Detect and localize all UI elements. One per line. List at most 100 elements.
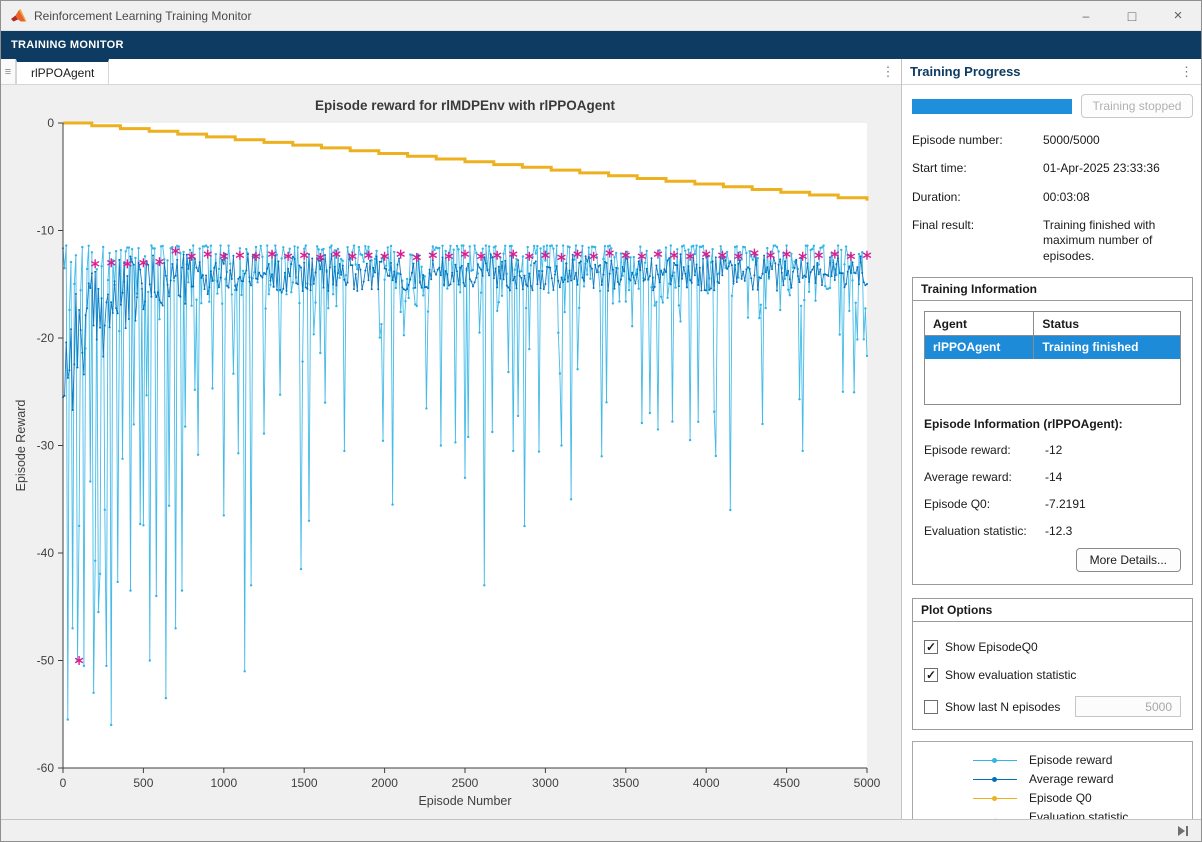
show-last-n-episodes-option[interactable]: ✓ Show last N episodes bbox=[924, 696, 1181, 717]
svg-text:0: 0 bbox=[47, 116, 54, 130]
training-progress-panel: Training Progress ⋮ Training stopped Epi… bbox=[902, 59, 1201, 819]
show-evaluation-statistic-label: Show evaluation statistic bbox=[945, 668, 1076, 682]
show-evaluation-statistic-checkbox[interactable]: ✓ bbox=[924, 668, 938, 682]
final-result-label: Final result: bbox=[912, 218, 1043, 264]
training-information-title: Training Information bbox=[913, 278, 1192, 301]
svg-text:1500: 1500 bbox=[291, 776, 318, 790]
status-column-header: Status bbox=[1034, 312, 1181, 336]
episode-information: Episode reward: -12 Average reward: -14 … bbox=[924, 443, 1181, 538]
show-last-n-episodes-label: Show last N episodes bbox=[945, 700, 1060, 714]
agents-table-header: Agent Status bbox=[925, 312, 1181, 336]
progress-fill bbox=[912, 99, 1072, 114]
duration-value: 00:03:08 bbox=[1043, 190, 1193, 205]
evaluation-statistic-label: Evaluation statistic: bbox=[924, 524, 1045, 538]
svg-text:-50: -50 bbox=[37, 654, 55, 668]
start-time-value: 01-Apr-2025 23:33:36 bbox=[1043, 161, 1193, 176]
start-time-label: Start time: bbox=[912, 161, 1043, 176]
status-bar bbox=[1, 819, 1201, 841]
episode-reward-line-swatch bbox=[973, 760, 1017, 761]
average-reward-line-swatch bbox=[973, 779, 1017, 780]
svg-text:-10: -10 bbox=[37, 224, 55, 238]
legend-episode-q0: Episode Q0 bbox=[913, 789, 1192, 808]
svg-text:Episode Number: Episode Number bbox=[418, 794, 511, 808]
main-content: ≡ rlPPOAgent ⋮ 0 -10 -20 -30 -40 -50 -60 0 500 10… bbox=[1, 59, 1201, 819]
chart-legend: Episode reward Average reward Episode Q0 bbox=[912, 741, 1193, 819]
svg-text:500: 500 bbox=[133, 776, 153, 790]
evaluation-statistic-value: -12.3 bbox=[1045, 524, 1181, 538]
minimize-icon[interactable]: – bbox=[1063, 1, 1109, 30]
skip-to-end-icon[interactable] bbox=[1178, 826, 1188, 836]
svg-text:4000: 4000 bbox=[693, 776, 720, 790]
tab-label: rlPPOAgent bbox=[31, 66, 94, 80]
tab-list-icon[interactable]: ≡ bbox=[1, 59, 16, 84]
show-last-n-episodes-checkbox[interactable]: ✓ bbox=[924, 700, 938, 714]
svg-text:0: 0 bbox=[60, 776, 67, 790]
agent-cell: rlPPOAgent bbox=[925, 336, 1034, 359]
panel-body: Training stopped Episode number: 5000/50… bbox=[902, 85, 1201, 819]
show-episodeq0-checkbox[interactable]: ✓ bbox=[924, 640, 938, 654]
window-controls: – □ × bbox=[1063, 1, 1201, 30]
svg-text:3000: 3000 bbox=[532, 776, 559, 790]
panel-header: Training Progress ⋮ bbox=[902, 59, 1201, 85]
chart-area: 0 -10 -20 -30 -40 -50 -60 0 500 1000 1500 2000 2500 3… bbox=[1, 85, 901, 819]
svg-text:5000: 5000 bbox=[854, 776, 881, 790]
plot-options-title: Plot Options bbox=[913, 599, 1192, 622]
chart-pane: ≡ rlPPOAgent ⋮ 0 -10 -20 -30 -40 -50 -60 0 500 10… bbox=[1, 59, 902, 819]
training-stopped-button[interactable]: Training stopped bbox=[1081, 94, 1193, 118]
plot-options-section: Plot Options ✓ Show EpisodeQ0 ✓ Show eva… bbox=[912, 598, 1193, 730]
title-bar: Reinforcement Learning Training Monitor … bbox=[1, 1, 1201, 31]
svg-text:-30: -30 bbox=[37, 439, 55, 453]
svg-text:Episode reward for rlMDPEnv wi: Episode reward for rlMDPEnv with rlPPOAg… bbox=[315, 98, 616, 113]
svg-text:-20: -20 bbox=[37, 331, 55, 345]
legend-episode-reward: Episode reward bbox=[913, 751, 1192, 770]
episode-reward-label: Episode reward: bbox=[924, 443, 1045, 457]
episode-number-value: 5000/5000 bbox=[1043, 133, 1193, 148]
episode-q0-line-swatch bbox=[973, 798, 1017, 799]
more-details-button[interactable]: More Details... bbox=[1076, 548, 1181, 572]
episode-information-title: Episode Information (rlPPOAgent): bbox=[924, 417, 1181, 431]
maximize-icon[interactable]: □ bbox=[1109, 1, 1155, 30]
tab-rlppoagent[interactable]: rlPPOAgent bbox=[16, 59, 109, 84]
document-tabstrip: ≡ rlPPOAgent ⋮ bbox=[1, 59, 901, 85]
duration-label: Duration: bbox=[912, 190, 1043, 205]
progress-row: Training stopped bbox=[912, 94, 1193, 118]
ribbon-tab-training-monitor[interactable]: TRAINING MONITOR bbox=[1, 39, 134, 51]
tabstrip-menu-icon[interactable]: ⋮ bbox=[875, 59, 901, 84]
run-info: Episode number: 5000/5000 Start time: 01… bbox=[912, 133, 1193, 264]
final-result-value: Training finished with maximum number of… bbox=[1043, 218, 1193, 264]
window-title: Reinforcement Learning Training Monitor bbox=[34, 9, 251, 23]
matlab-logo-icon bbox=[10, 8, 27, 24]
svg-text:-60: -60 bbox=[37, 761, 55, 775]
agent-column-header: Agent bbox=[925, 312, 1034, 336]
average-reward-label: Average reward: bbox=[924, 470, 1045, 484]
average-reward-value: -14 bbox=[1045, 470, 1181, 484]
legend-evaluation-statistic: Evaluation statistic (MeanEpisodeReward) bbox=[913, 808, 1192, 819]
show-evaluation-statistic-option[interactable]: ✓ Show evaluation statistic bbox=[924, 668, 1181, 682]
svg-text:4500: 4500 bbox=[773, 776, 800, 790]
panel-menu-icon[interactable]: ⋮ bbox=[1180, 64, 1193, 80]
table-empty-area bbox=[925, 359, 1181, 405]
show-episodeq0-label: Show EpisodeQ0 bbox=[945, 640, 1038, 654]
episode-reward-value: -12 bbox=[1045, 443, 1181, 457]
svg-text:Episode Reward: Episode Reward bbox=[14, 400, 28, 492]
status-cell: Training finished bbox=[1034, 336, 1181, 359]
legend-evaluation-statistic-label: Evaluation statistic (MeanEpisodeReward) bbox=[1029, 810, 1152, 819]
svg-text:1000: 1000 bbox=[210, 776, 237, 790]
show-episodeq0-option[interactable]: ✓ Show EpisodeQ0 bbox=[924, 640, 1181, 654]
svg-text:2000: 2000 bbox=[371, 776, 398, 790]
svg-text:-40: -40 bbox=[37, 546, 55, 560]
training-progress-bar bbox=[912, 99, 1072, 114]
svg-text:2500: 2500 bbox=[452, 776, 479, 790]
close-icon[interactable]: × bbox=[1155, 1, 1201, 30]
ribbon-toolstrip: TRAINING MONITOR bbox=[1, 31, 1201, 59]
n-episodes-input[interactable] bbox=[1075, 696, 1181, 717]
table-row[interactable]: rlPPOAgent Training finished bbox=[925, 336, 1181, 359]
app-window: Reinforcement Learning Training Monitor … bbox=[0, 0, 1202, 842]
episode-q0-label: Episode Q0: bbox=[924, 497, 1045, 511]
episode-number-label: Episode number: bbox=[912, 133, 1043, 148]
agents-table: Agent Status rlPPOAgent Training finishe… bbox=[924, 311, 1181, 405]
training-reward-chart: 0 -10 -20 -30 -40 -50 -60 0 500 1000 1500 2000 2500 3… bbox=[1, 85, 901, 819]
episode-q0-value: -7.2191 bbox=[1045, 497, 1181, 511]
legend-average-reward: Average reward bbox=[913, 770, 1192, 789]
svg-text:3500: 3500 bbox=[612, 776, 639, 790]
